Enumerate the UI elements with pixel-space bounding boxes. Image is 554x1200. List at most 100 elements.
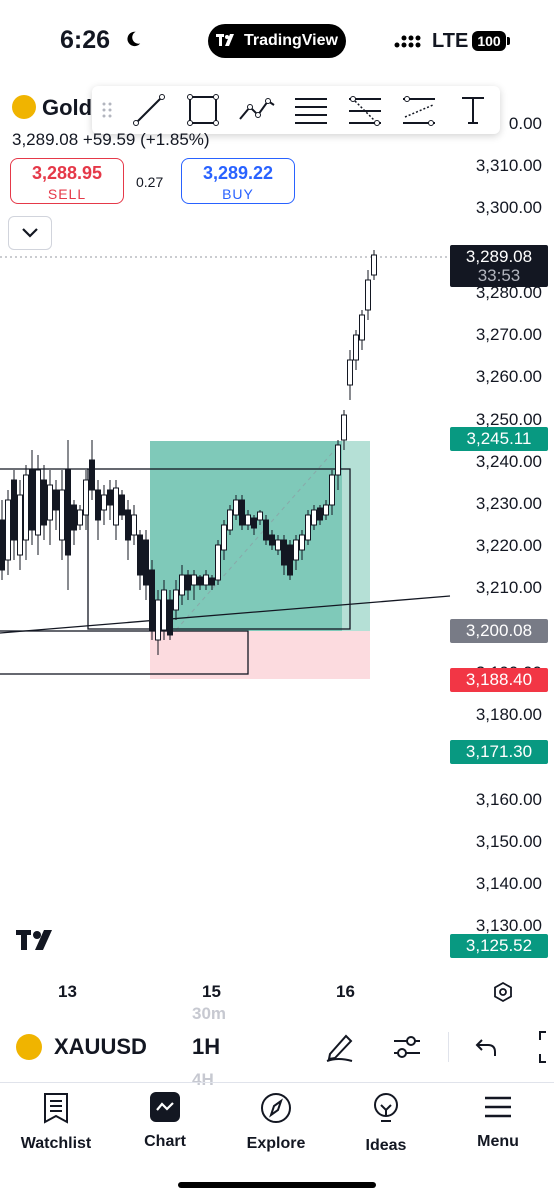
candle-body <box>107 489 113 506</box>
trend-line-icon <box>133 94 165 126</box>
nav-label: Explore <box>246 1135 306 1152</box>
candle-body <box>317 507 323 521</box>
parallel-channel-icon <box>403 96 435 126</box>
horizontal-lines-tool[interactable] <box>284 93 338 127</box>
candle-body <box>197 576 203 586</box>
candle-body <box>131 514 137 536</box>
hexagon-settings-icon[interactable] <box>492 981 514 1003</box>
candle-body <box>59 489 65 541</box>
level-price-value: 3,171.30 <box>465 742 533 761</box>
path-icon <box>239 98 275 120</box>
candle-body <box>0 519 5 571</box>
candle-body <box>89 459 95 491</box>
low-level-price-value: 3,125.52 <box>465 936 533 955</box>
candle-body <box>53 489 59 511</box>
candle-body <box>101 494 107 511</box>
last-price: 3,289.08 <box>12 130 79 149</box>
axis-label: 3,240.00 <box>475 452 542 471</box>
nav-item-watchlist[interactable]: Watchlist <box>6 1092 106 1153</box>
buy-button[interactable]: 3,289.22 BUY <box>181 158 295 204</box>
candle-body <box>311 509 317 526</box>
candle-body <box>263 519 269 541</box>
collapse-header-button[interactable] <box>8 216 52 250</box>
axis-label: 3,230.00 <box>475 494 542 513</box>
sell-button[interactable]: 3,288.95 SELL <box>10 158 124 204</box>
nav-label: Watchlist <box>20 1135 92 1152</box>
axis-label: 3,140.00 <box>475 874 542 893</box>
candle-body <box>173 589 179 611</box>
trend-line-tool[interactable] <box>122 93 176 127</box>
level-price-tag: 3,171.30 <box>450 740 548 764</box>
nav-label: Chart <box>144 1133 186 1150</box>
candle-body <box>29 469 35 531</box>
timeframe-option-above[interactable]: 30m <box>192 1004 226 1024</box>
candle-body <box>191 574 197 586</box>
nav-divider <box>0 1082 554 1083</box>
candle-body <box>287 544 293 576</box>
undo-icon[interactable] <box>474 1036 498 1058</box>
candle-body <box>65 469 71 556</box>
candle-body <box>353 334 359 361</box>
nav-label: Menu <box>477 1133 519 1150</box>
candle-body <box>323 504 329 516</box>
candle-body <box>371 254 377 276</box>
nav-item-explore[interactable]: Explore <box>226 1092 326 1153</box>
axis-label: 3,270.00 <box>475 325 542 344</box>
candle-body <box>83 479 89 516</box>
candle-body <box>245 514 251 526</box>
candle-body <box>41 479 47 526</box>
toolbar-divider <box>448 1032 449 1062</box>
rectangle-tool[interactable] <box>176 93 230 127</box>
fib-lines-icon <box>349 96 381 126</box>
symbol-selector[interactable]: XAUUSD <box>54 1034 147 1060</box>
candle-body <box>233 499 239 516</box>
drag-handle[interactable] <box>92 101 122 119</box>
low-level-price-tag: 3,125.52 <box>450 934 548 958</box>
pen-icon[interactable] <box>324 1030 356 1062</box>
axis-label: 3,210.00 <box>475 578 542 597</box>
axis-label: 3,130.00 <box>475 916 542 935</box>
path-tool[interactable] <box>230 93 284 127</box>
bar-countdown: 33:53 <box>477 266 521 285</box>
candle-body <box>47 484 53 521</box>
parallel-channel-tool[interactable] <box>392 93 446 127</box>
candle-body <box>95 489 101 521</box>
candle-body <box>137 534 143 576</box>
xauusd-logo-icon <box>16 1034 42 1060</box>
axis-label: 3,150.00 <box>475 832 542 851</box>
nav-label: Ideas <box>365 1137 407 1154</box>
loss-zone[interactable] <box>150 631 370 679</box>
nav-item-ideas[interactable]: Ideas <box>336 1092 436 1155</box>
buy-price: 3,289.22 <box>202 163 274 183</box>
spread-value: 0.27 <box>136 174 164 190</box>
home-indicator <box>178 1182 376 1188</box>
candle-body <box>221 524 227 551</box>
lightbulb-icon <box>374 1093 398 1122</box>
candle-body <box>293 539 299 561</box>
nav-item-menu[interactable]: Menu <box>448 1092 548 1151</box>
candle-body <box>215 544 221 581</box>
candle-body <box>359 314 365 341</box>
indicator-sliders-icon[interactable] <box>392 1034 422 1060</box>
stop-price-value: 3,188.40 <box>465 670 533 689</box>
candle-body <box>275 539 281 551</box>
candle-body <box>35 469 41 536</box>
timeframe-option-below[interactable]: 4H <box>192 1070 214 1090</box>
candle-body <box>119 494 125 516</box>
fullscreen-icon[interactable] <box>536 1030 554 1064</box>
nav-item-chart[interactable]: Chart <box>115 1092 215 1151</box>
symbol-name[interactable]: Gold <box>42 95 92 121</box>
timeframe-selector[interactable]: 1H <box>192 1034 220 1060</box>
candle-body <box>209 577 215 586</box>
price-change-line: 3,289.08 +59.59 (+1.85%) <box>12 130 210 150</box>
candle-body <box>143 539 149 586</box>
sell-label: SELL <box>47 186 87 202</box>
candle-body <box>239 499 245 526</box>
candle-body <box>329 474 335 506</box>
fib-lines-tool[interactable] <box>338 93 392 127</box>
sell-price: 3,288.95 <box>31 163 103 183</box>
menu-icon <box>485 1096 511 1118</box>
axis-label: 3,220.00 <box>475 536 542 555</box>
entry-price-value: 3,200.08 <box>465 621 533 640</box>
candle-body <box>347 359 353 386</box>
